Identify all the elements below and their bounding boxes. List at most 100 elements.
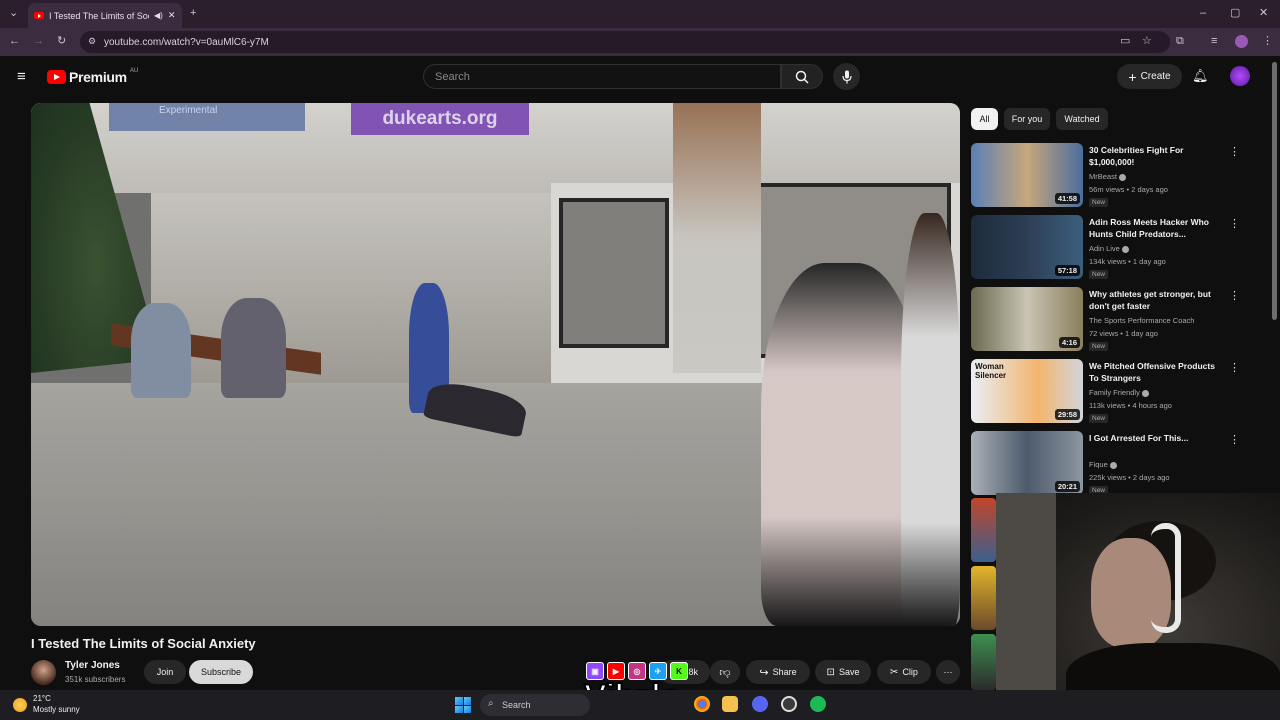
minimize-icon[interactable]: – [1200, 8, 1206, 19]
forward-icon[interactable]: → [33, 36, 44, 47]
reading-list-icon[interactable]: ≡ [1211, 36, 1217, 47]
recommended-channel[interactable]: Fique [1089, 460, 1117, 469]
video-title: I Tested The Limits of Social Anxiety [31, 636, 256, 651]
bookmark-star-icon[interactable]: ☆ [1142, 36, 1152, 47]
chip-for-you[interactable]: For you [1004, 108, 1050, 130]
file-explorer-icon[interactable] [722, 696, 738, 712]
subscribe-button[interactable]: Subscribe [189, 660, 253, 684]
share-button[interactable]: ↪ Share [746, 660, 810, 684]
clip-button[interactable]: ✂ Clip [877, 660, 931, 684]
browser-tab[interactable]: I Tested The Limits of Social ◀) ✕ [28, 3, 182, 28]
url-text: youtube.com/watch?v=0auMlC6-y7M [104, 36, 269, 48]
reload-icon[interactable]: ↻ [57, 36, 66, 47]
account-avatar[interactable] [1230, 66, 1250, 86]
channel-avatar[interactable] [31, 660, 56, 685]
recommended-video[interactable]: 41:58 30 Celebrities Fight For $1,000,00… [971, 143, 1271, 207]
video-thumbnail[interactable]: 4:16 [971, 287, 1083, 351]
tab-search-icon[interactable]: ⌄ [9, 8, 18, 19]
more-vertical-icon[interactable]: ⋮ [1229, 433, 1240, 446]
extensions-icon[interactable]: ⧉ [1176, 36, 1184, 47]
cast-icon[interactable]: ▭ [1120, 36, 1130, 47]
video-thumbnail[interactable]: 41:58 [971, 143, 1083, 207]
chip-watched[interactable]: Watched [1056, 108, 1108, 130]
audio-icon[interactable]: ◀) [154, 11, 163, 20]
streamer-webcam [996, 493, 1280, 720]
weather-sun-icon[interactable] [13, 698, 27, 712]
browser-menu-icon[interactable]: ⋮ [1262, 36, 1273, 47]
plus-icon: + [1128, 68, 1137, 85]
tab-close-icon[interactable]: ✕ [168, 10, 176, 21]
more-actions-button[interactable]: ⋯ [936, 660, 960, 684]
more-vertical-icon[interactable]: ⋮ [1229, 361, 1240, 374]
webcam-wall [996, 493, 1056, 720]
more-vertical-icon[interactable]: ⋮ [1229, 289, 1240, 302]
obs-icon[interactable] [781, 696, 797, 712]
channel-label: Adin Live [1089, 244, 1120, 253]
hamburger-menu-icon[interactable]: ≡ [17, 68, 26, 85]
recommended-video[interactable]: 57:18 Adin Ross Meets Hacker Who Hunts C… [971, 215, 1271, 279]
channel-label: MrBeast [1089, 172, 1117, 181]
youtube-premium-logo[interactable]: Premium AU [47, 68, 138, 85]
video-thumbnail[interactable]: 57:18 [971, 215, 1083, 279]
recommended-channel[interactable]: The Sports Performance Coach [1089, 316, 1194, 325]
recommended-title[interactable]: 30 Celebrities Fight For $1,000,000! [1089, 144, 1224, 168]
browser-tab-bar: ⌄ I Tested The Limits of Social ◀) ✕ + –… [0, 0, 1280, 28]
spotify-icon[interactable] [810, 696, 826, 712]
voice-search-button[interactable] [833, 63, 860, 90]
site-info-icon[interactable]: ⚙ [88, 37, 96, 46]
windows-start-icon[interactable] [455, 697, 471, 713]
like-count: 8k [688, 667, 698, 677]
dislike-button[interactable]: 👎︎ [710, 660, 740, 684]
recommended-channel[interactable]: Adin Live [1089, 244, 1129, 253]
chrome-icon[interactable] [694, 696, 710, 712]
more-vertical-icon[interactable]: ⋮ [1229, 217, 1240, 230]
video-duration: 57:18 [1054, 265, 1080, 276]
new-badge: New [1089, 198, 1109, 207]
profile-avatar-icon[interactable] [1235, 35, 1248, 48]
back-icon[interactable]: ← [9, 36, 20, 47]
notifications-bell-icon[interactable]: 🔔︎ [1192, 68, 1209, 84]
logo-text: Premium [69, 69, 127, 85]
recommended-title[interactable]: We Pitched Offensive Products To Strange… [1089, 360, 1224, 384]
recommended-channel[interactable]: MrBeast [1089, 172, 1126, 181]
maximize-icon[interactable]: ▢ [1230, 8, 1240, 19]
url-field[interactable]: ⚙ youtube.com/watch?v=0auMlC6-y7M ▭ ☆ [80, 31, 1170, 53]
taskbar-search[interactable]: ⌕ Search [480, 694, 590, 716]
create-button[interactable]: + Create [1117, 64, 1182, 89]
channel-name[interactable]: Tyler Jones [65, 660, 120, 671]
video-thumbnail[interactable]: Woman Silencer 29:58 [971, 359, 1083, 423]
video-duration: 4:16 [1058, 337, 1080, 348]
search-button[interactable] [781, 64, 823, 89]
save-button[interactable]: ⊡ Save [815, 660, 871, 684]
youtube-favicon-icon [34, 12, 44, 19]
search-input[interactable]: Search [423, 64, 781, 89]
video-thumbnail[interactable]: 20:21 [971, 431, 1083, 495]
new-badge: New [1089, 270, 1109, 279]
video-thumbnail[interactable] [971, 498, 996, 562]
new-tab-icon[interactable]: + [190, 8, 196, 19]
weather-temperature[interactable]: 21°C [33, 694, 51, 703]
video-player[interactable]: Experimental dukearts.org [31, 103, 960, 626]
recommended-video[interactable]: 4:16 Why athletes get stronger, but don'… [971, 287, 1271, 351]
window-close-icon[interactable]: ✕ [1259, 8, 1268, 19]
recommended-meta: 72 views • 1 day ago [1089, 329, 1158, 338]
video-thumbnail[interactable] [971, 634, 996, 690]
join-button[interactable]: Join [144, 660, 186, 684]
recommended-channel[interactable]: Family Friendly [1089, 388, 1149, 397]
recommended-title[interactable]: Why athletes get stronger, but don't get… [1089, 288, 1224, 312]
recommended-video[interactable]: 20:21 I Got Arrested For This... Fique 2… [971, 431, 1271, 495]
player-shade [31, 103, 960, 626]
video-duration: 29:58 [1054, 409, 1080, 420]
video-thumbnail[interactable] [971, 566, 996, 630]
discord-icon[interactable] [752, 696, 768, 712]
address-bar-row: ← → ↻ ⚙ youtube.com/watch?v=0auMlC6-y7M … [0, 28, 1280, 56]
recommended-title[interactable]: I Got Arrested For This... [1089, 432, 1224, 444]
weather-description[interactable]: Mostly sunny [33, 705, 80, 714]
new-badge: New [1089, 414, 1109, 423]
recommended-video[interactable]: Woman Silencer 29:58 We Pitched Offensiv… [971, 359, 1271, 423]
search-placeholder: Search [435, 70, 470, 83]
chip-all[interactable]: All [971, 108, 998, 130]
more-vertical-icon[interactable]: ⋮ [1229, 145, 1240, 158]
recommended-title[interactable]: Adin Ross Meets Hacker Who Hunts Child P… [1089, 216, 1224, 240]
sidebar-scrollbar[interactable] [1272, 62, 1277, 320]
